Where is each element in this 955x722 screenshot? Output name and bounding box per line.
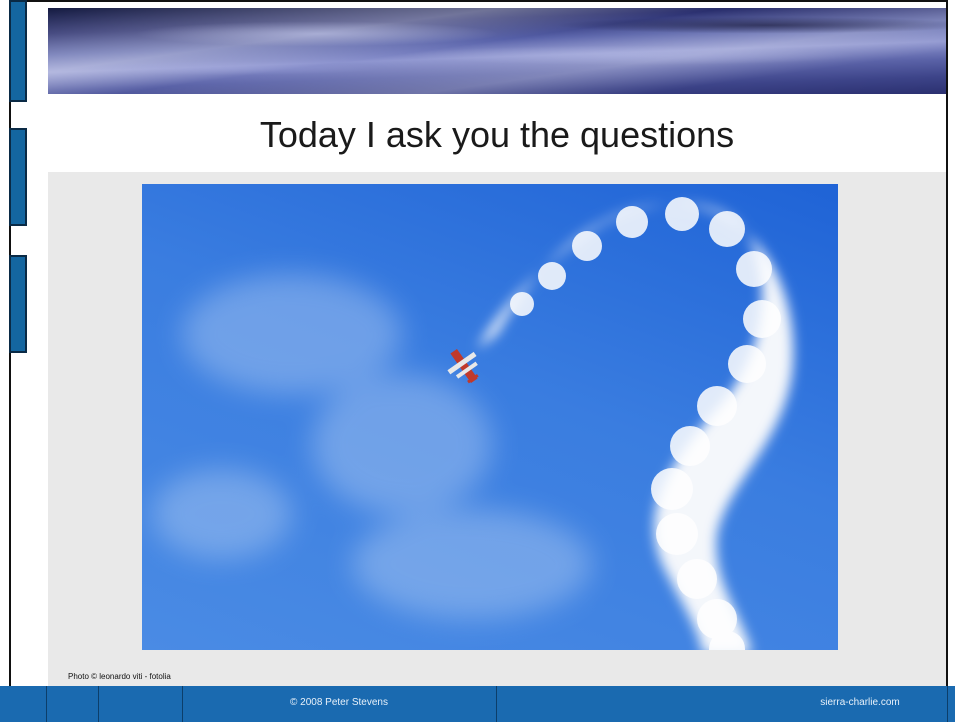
footer-site-link[interactable]: sierra-charlie.com (780, 697, 940, 708)
left-tab-2 (9, 128, 27, 226)
footer-bar: © 2008 Peter Stevens sierra-charlie.com (0, 686, 955, 722)
left-tab-1 (9, 0, 27, 102)
frame-top-border (9, 0, 948, 2)
photo-credit: Photo © leonardo viti - fotolia (68, 672, 171, 681)
footer-cell (46, 686, 98, 722)
photo (142, 184, 838, 650)
frame-right-border (946, 0, 948, 686)
slide: Today I ask you the questions Photo © le… (0, 0, 955, 722)
header-banner (48, 8, 946, 94)
footer-copyright: © 2008 Peter Stevens (290, 697, 388, 708)
photo-illustration (152, 197, 794, 650)
footer-cell (98, 686, 182, 722)
slide-title: Today I ask you the questions (259, 114, 735, 155)
left-tab-3 (9, 255, 27, 353)
